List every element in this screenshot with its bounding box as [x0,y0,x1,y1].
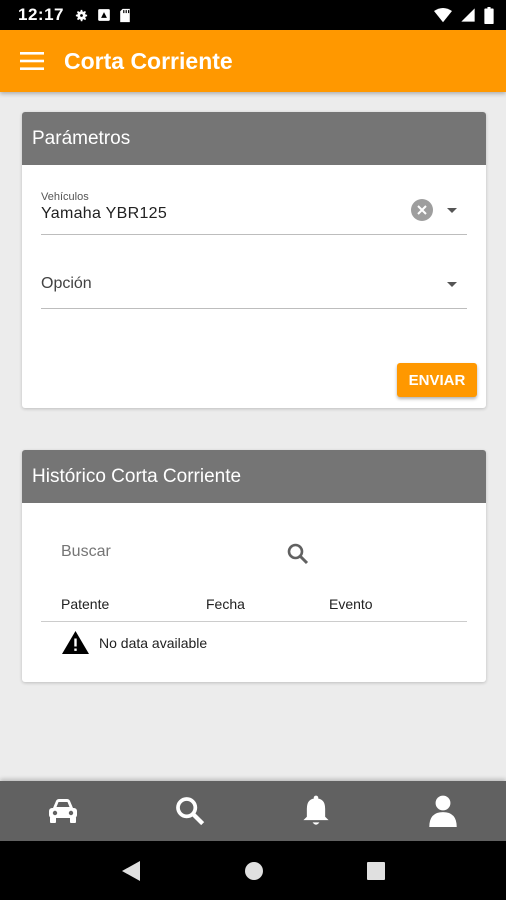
app-bar: Corta Corriente [0,30,506,92]
bottom-navigation [0,781,506,841]
clear-selection-button[interactable] [411,199,433,221]
battery-icon [484,6,494,24]
search-icon [175,797,204,826]
option-select[interactable]: Opción [41,272,467,309]
search-icon [287,543,309,565]
empty-table-row: No data available [62,631,207,654]
chevron-down-icon[interactable] [447,282,457,287]
person-icon [429,795,457,827]
menu-button[interactable] [0,30,64,92]
vehicle-select-label: Vehículos [41,191,89,203]
hamburger-menu-icon [20,52,44,70]
vehicle-select[interactable]: Vehículos Yamaha YBR125 [41,191,467,235]
search-button[interactable] [286,542,310,571]
option-select-label: Opción [41,275,92,292]
column-header-fecha[interactable]: Fecha [206,596,245,612]
status-bar: 12:17 [0,0,506,30]
recents-icon[interactable] [366,861,385,880]
nav-item-profile[interactable] [380,781,506,841]
status-time: 12:17 [18,5,64,24]
nav-item-search[interactable] [127,781,254,841]
nav-item-vehicles[interactable] [0,781,127,841]
search-input[interactable]: Buscar [61,543,261,561]
table-divider [41,621,467,622]
sd-card-icon [120,8,130,22]
car-icon [49,799,78,823]
empty-message: No data available [99,634,208,651]
chevron-down-icon[interactable] [447,208,457,213]
column-header-patente[interactable]: Patente [61,596,109,612]
column-header-evento[interactable]: Evento [329,596,373,612]
bell-icon [303,795,329,825]
history-card: Histórico Corta Corriente Buscar Patente… [22,450,486,682]
history-card-title: Histórico Corta Corriente [22,450,486,503]
settings-gear-icon [75,9,88,21]
notification-app-icon [98,9,110,21]
parameters-card-title: Parámetros [22,112,486,165]
nav-item-notifications[interactable] [253,781,380,841]
back-icon[interactable] [121,860,141,882]
signal-icon [461,8,475,22]
warning-icon [62,631,89,654]
app-title: Corta Corriente [64,47,233,74]
parameters-card: Parámetros Vehículos Yamaha YBR125 Opció… [22,112,486,408]
system-navigation-bar [0,841,506,900]
vehicle-select-value: Yamaha YBR125 [41,205,168,222]
wifi-icon [434,7,452,22]
send-button[interactable]: ENVIAR [397,363,477,397]
home-icon[interactable] [244,861,264,881]
close-icon [417,205,427,215]
